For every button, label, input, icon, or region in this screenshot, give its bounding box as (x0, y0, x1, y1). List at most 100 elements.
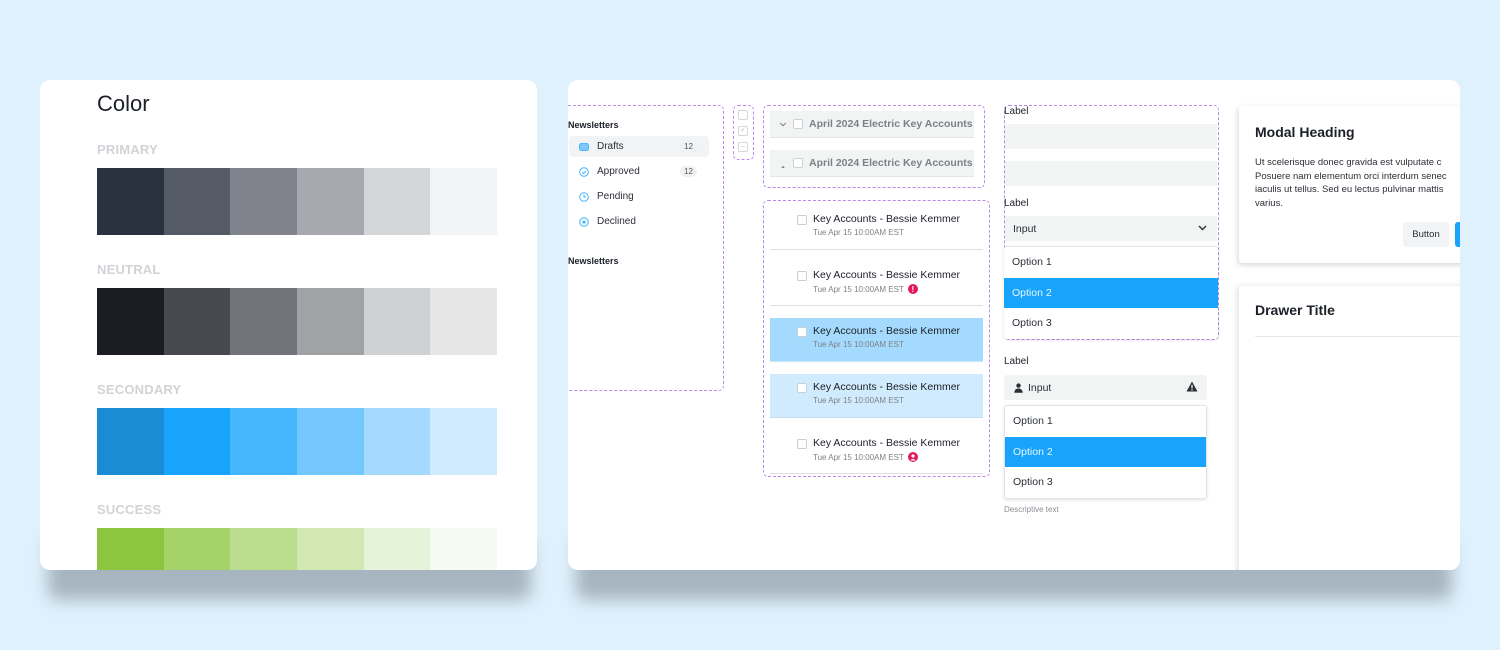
color-swatch (97, 408, 164, 475)
color-swatch (297, 288, 364, 355)
text-input[interactable] (1005, 124, 1217, 149)
list-item-title: Key Accounts - Bessie Kemmer (813, 269, 961, 281)
list-item-checkbox[interactable] (797, 271, 807, 281)
chevron-down-icon (1198, 222, 1207, 234)
list-item-checkbox[interactable] (797, 439, 807, 449)
select-option[interactable]: Option 3 (1005, 467, 1206, 498)
text-input[interactable] (1005, 161, 1217, 186)
select-value: Input (1028, 381, 1052, 394)
count-badge: 12 (680, 141, 697, 152)
field-label: Label (1004, 356, 1029, 367)
sidebar-item-label: Approved (597, 166, 640, 177)
select-dropdown: Option 1 Option 2 Option 3 (1004, 405, 1207, 499)
checkbox-unchecked[interactable] (738, 110, 748, 120)
list-item[interactable]: Key Accounts - Bessie Kemmer Tue Apr 15 … (770, 430, 983, 474)
select-input[interactable]: Input (1005, 216, 1217, 241)
list-item-date: Tue Apr 15 10:00AM EST (813, 340, 904, 349)
color-swatch (363, 168, 431, 235)
list-item-checkbox[interactable] (797, 383, 807, 393)
checkbox-indeterminate[interactable]: – (738, 142, 748, 152)
modal-heading: Modal Heading (1255, 124, 1355, 140)
modal-secondary-button[interactable]: Button (1403, 222, 1449, 247)
select-option[interactable]: Option 1 (1004, 247, 1218, 278)
components-card: Newsletters Drafts 12 Approved 12 Pendin… (568, 80, 1460, 570)
palette-label-secondary: SECONDARY (97, 382, 182, 397)
form-fields-group: Label Label Input Option 1 Option 2 Opti… (1004, 105, 1219, 340)
accordion-checkbox[interactable] (793, 158, 803, 168)
list-item-date: Tue Apr 15 10:00AM EST (813, 228, 904, 237)
color-swatch (163, 168, 231, 235)
color-swatch (430, 288, 498, 355)
user-icon (907, 452, 918, 462)
accordion-row-expanded[interactable]: ‸ April 2024 Electric Key Accounts (770, 150, 974, 177)
color-swatch (297, 528, 364, 570)
select-option[interactable]: Option 3 (1004, 308, 1218, 339)
accordion-row-collapsed[interactable]: ⌵ April 2024 Electric Key Accounts (770, 111, 974, 138)
color-swatch (430, 168, 498, 235)
color-swatch (297, 408, 364, 475)
palette-primary (97, 168, 498, 235)
list-item-title: Key Accounts - Bessie Kemmer (813, 213, 961, 225)
sidebar-item-declined[interactable]: Declined (569, 211, 709, 232)
color-swatch (97, 528, 164, 570)
list-item-selected[interactable]: Key Accounts - Bessie Kemmer Tue Apr 15 … (770, 318, 983, 362)
nav-heading: Newsletters (568, 256, 619, 266)
select-option[interactable]: Option 1 (1005, 406, 1206, 437)
color-swatch (97, 168, 164, 235)
nav-heading: Newsletters (568, 120, 619, 130)
checkbox-checked[interactable]: ✓ (738, 126, 748, 136)
sidebar-item-drafts[interactable]: Drafts 12 (569, 136, 709, 157)
sidebar-nav: Newsletters Drafts 12 Approved 12 Pendin… (568, 105, 724, 391)
color-swatch (97, 288, 164, 355)
list-item-subtitle: Tue Apr 15 10:00AM EST (813, 228, 904, 237)
list-item-checkbox[interactable] (797, 327, 807, 337)
accordion-checkbox[interactable] (793, 119, 803, 129)
color-swatch (230, 528, 298, 570)
drawer-title: Drawer Title (1255, 302, 1335, 318)
list-item-date: Tue Apr 15 10:00AM EST (813, 452, 904, 462)
sidebar-item-approved[interactable]: Approved 12 (569, 161, 709, 182)
list-item-date: Tue Apr 15 10:00AM EST (813, 284, 904, 294)
list-item-date: Tue Apr 15 10:00AM EST (813, 396, 904, 405)
list-item-subtitle: Tue Apr 15 10:00AM EST! (813, 284, 918, 294)
color-swatch (163, 408, 231, 475)
clock-icon (579, 191, 589, 202)
count-badge: 12 (680, 166, 697, 177)
color-swatch (297, 168, 364, 235)
drawer-divider (1255, 336, 1460, 337)
field-label: Label (1004, 198, 1029, 209)
sidebar-item-label: Declined (597, 216, 636, 227)
message-list: Key Accounts - Bessie Kemmer Tue Apr 15 … (763, 200, 990, 477)
sidebar-item-pending[interactable]: Pending (569, 186, 709, 207)
modal-primary-button[interactable] (1455, 222, 1460, 247)
list-item[interactable]: Key Accounts - Bessie Kemmer Tue Apr 15 … (770, 206, 983, 250)
modal: Modal Heading Ut scelerisque donec gravi… (1239, 106, 1460, 263)
list-item-subtitle: Tue Apr 15 10:00AM EST (813, 340, 904, 349)
x-circle-icon (579, 216, 589, 227)
list-item-checkbox[interactable] (797, 215, 807, 225)
select-option-selected[interactable]: Option 2 (1005, 436, 1206, 467)
color-swatch (163, 528, 231, 570)
color-swatch (430, 408, 498, 475)
color-swatch (230, 288, 298, 355)
drawer: Drawer Title (1239, 286, 1460, 570)
color-swatch (430, 528, 498, 570)
select-input-with-icons[interactable]: Input (1004, 375, 1207, 400)
accordion-label: April 2024 Electric Key Accounts (809, 118, 973, 130)
inbox-icon (579, 142, 589, 152)
sidebar-item-label: Drafts (597, 141, 624, 152)
chevron-down-icon: ⌵ (779, 119, 787, 128)
list-item-subtitle: Tue Apr 15 10:00AM EST (813, 452, 918, 462)
color-swatch (230, 168, 298, 235)
warning-icon (1186, 381, 1198, 395)
helper-text: Descriptive text (1004, 505, 1059, 514)
list-item-title: Key Accounts - Bessie Kemmer (813, 381, 961, 393)
select-option-selected[interactable]: Option 2 (1004, 277, 1218, 308)
list-item[interactable]: Key Accounts - Bessie Kemmer Tue Apr 15 … (770, 262, 983, 306)
color-swatch (230, 408, 298, 475)
list-item-hover[interactable]: Key Accounts - Bessie Kemmer Tue Apr 15 … (770, 374, 983, 418)
palette-label-primary: PRIMARY (97, 142, 158, 157)
palette-success (97, 528, 498, 570)
modal-body: Ut scelerisque donec gravida est vulputa… (1255, 157, 1447, 209)
check-circle-icon (579, 166, 589, 177)
